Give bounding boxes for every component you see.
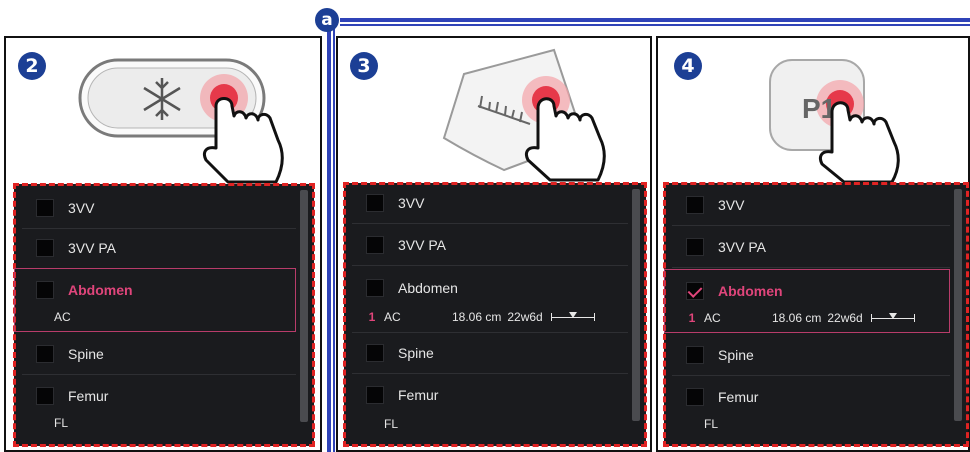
list-item-femur[interactable]: Femur — [352, 375, 628, 415]
list-item-3vv-pa[interactable]: 3VV PA — [22, 228, 296, 269]
checkbox[interactable] — [36, 199, 54, 217]
checkbox[interactable] — [366, 236, 384, 254]
ga-range-slider — [550, 312, 595, 322]
sub-item-ac[interactable]: 1 AC 18.06 cm 22w6d — [672, 305, 950, 331]
measurement-list: 3VV 3VV PA Abdomen 1 AC 18.06 cm 22w6d S… — [343, 182, 647, 447]
sub-label: AC — [54, 310, 71, 324]
checkbox[interactable] — [686, 238, 704, 256]
checkbox[interactable] — [366, 386, 384, 404]
sub-index: 1 — [368, 310, 376, 324]
checkbox-checked[interactable] — [686, 282, 704, 300]
item-label: 3VV PA — [68, 240, 116, 256]
p1-button-illustration: P1 — [769, 59, 900, 184]
checkbox[interactable] — [366, 194, 384, 212]
sub-label: AC — [384, 310, 401, 324]
item-label: Abdomen — [68, 282, 133, 298]
scrollbar[interactable] — [954, 189, 962, 421]
item-label: Femur — [398, 387, 439, 403]
sub-item-ac[interactable]: AC — [22, 304, 296, 330]
sub-label: AC — [704, 311, 721, 325]
item-label: Abdomen — [398, 280, 458, 296]
measurement-value: 18.06 cm — [452, 310, 502, 324]
section-divider-vertical — [327, 22, 331, 452]
section-divider-top-thin — [340, 24, 970, 26]
checkbox[interactable] — [36, 239, 54, 257]
list-item-3vv-pa[interactable]: 3VV PA — [352, 225, 628, 266]
checkbox[interactable] — [686, 388, 704, 406]
item-label: Spine — [398, 345, 434, 361]
gestational-age: 22w6d — [507, 310, 543, 324]
item-label: 3VV PA — [718, 239, 766, 255]
item-label: Femur — [68, 388, 109, 404]
list-item-3vv[interactable]: 3VV — [672, 185, 950, 226]
panel-step-2: 2 3VV 3VV PA Abdomen AC Spine Femur FL — [4, 36, 322, 452]
item-label: 3VV — [68, 200, 95, 216]
section-divider-top — [340, 18, 970, 22]
item-label: Spine — [68, 346, 104, 362]
checkbox[interactable] — [366, 279, 384, 297]
measurement-list: 3VV 3VV PA Abdomen 1 AC 18.06 cm 22w6d S… — [663, 182, 969, 447]
checkbox[interactable] — [686, 346, 704, 364]
list-item-spine[interactable]: Spine — [672, 335, 950, 376]
scrollbar[interactable] — [632, 189, 640, 421]
sub-item-ac[interactable]: 1 AC 18.06 cm 22w6d — [352, 304, 628, 330]
checkbox[interactable] — [36, 281, 54, 299]
caliper-tool-illustration — [442, 48, 606, 182]
checkbox[interactable] — [686, 196, 704, 214]
item-label: 3VV — [718, 197, 745, 213]
sub-item-fl[interactable]: FL — [352, 411, 628, 437]
list-item-3vv-pa[interactable]: 3VV PA — [672, 227, 950, 268]
sub-label: FL — [704, 417, 719, 431]
panel-step-4: 4 P1 3VV 3VV PA Abdomen 1 AC 18.06 cm 22… — [656, 36, 970, 452]
list-item-spine[interactable]: Spine — [352, 332, 628, 374]
sub-item-fl[interactable]: FL — [22, 410, 296, 436]
freeze-button-illustration — [78, 58, 284, 184]
sub-label: FL — [54, 416, 69, 430]
checkbox[interactable] — [36, 345, 54, 363]
item-label: Abdomen — [718, 283, 783, 299]
checkbox[interactable] — [366, 344, 384, 362]
item-label: 3VV PA — [398, 237, 446, 253]
list-item-3vv[interactable]: 3VV — [22, 188, 296, 229]
sub-item-fl[interactable]: FL — [672, 411, 950, 437]
measurement-list: 3VV 3VV PA Abdomen AC Spine Femur FL — [13, 183, 315, 447]
panel-step-3: 3 3VV 3VV PA Abdomen 1 AC 18.06 cm 22w6d… — [336, 36, 652, 452]
list-item-abdomen[interactable]: Abdomen — [352, 268, 628, 308]
step-badge-4: 4 — [674, 52, 702, 80]
scrollbar[interactable] — [300, 190, 308, 422]
step-badge-3: 3 — [350, 52, 378, 80]
gestational-age: 22w6d — [827, 311, 863, 325]
item-label: 3VV — [398, 195, 425, 211]
step-badge-2: 2 — [18, 52, 46, 80]
sub-label: FL — [384, 417, 399, 431]
measurement-value: 18.06 cm — [772, 311, 822, 325]
section-marker-a: a — [315, 8, 339, 32]
sub-index: 1 — [688, 311, 696, 325]
section-divider-vertical-thin — [333, 22, 335, 452]
list-item-spine[interactable]: Spine — [22, 334, 296, 375]
item-label: Femur — [718, 389, 759, 405]
item-label: Spine — [718, 347, 754, 363]
ga-range-slider — [870, 313, 915, 323]
list-item-3vv[interactable]: 3VV — [352, 183, 628, 224]
checkbox[interactable] — [36, 387, 54, 405]
